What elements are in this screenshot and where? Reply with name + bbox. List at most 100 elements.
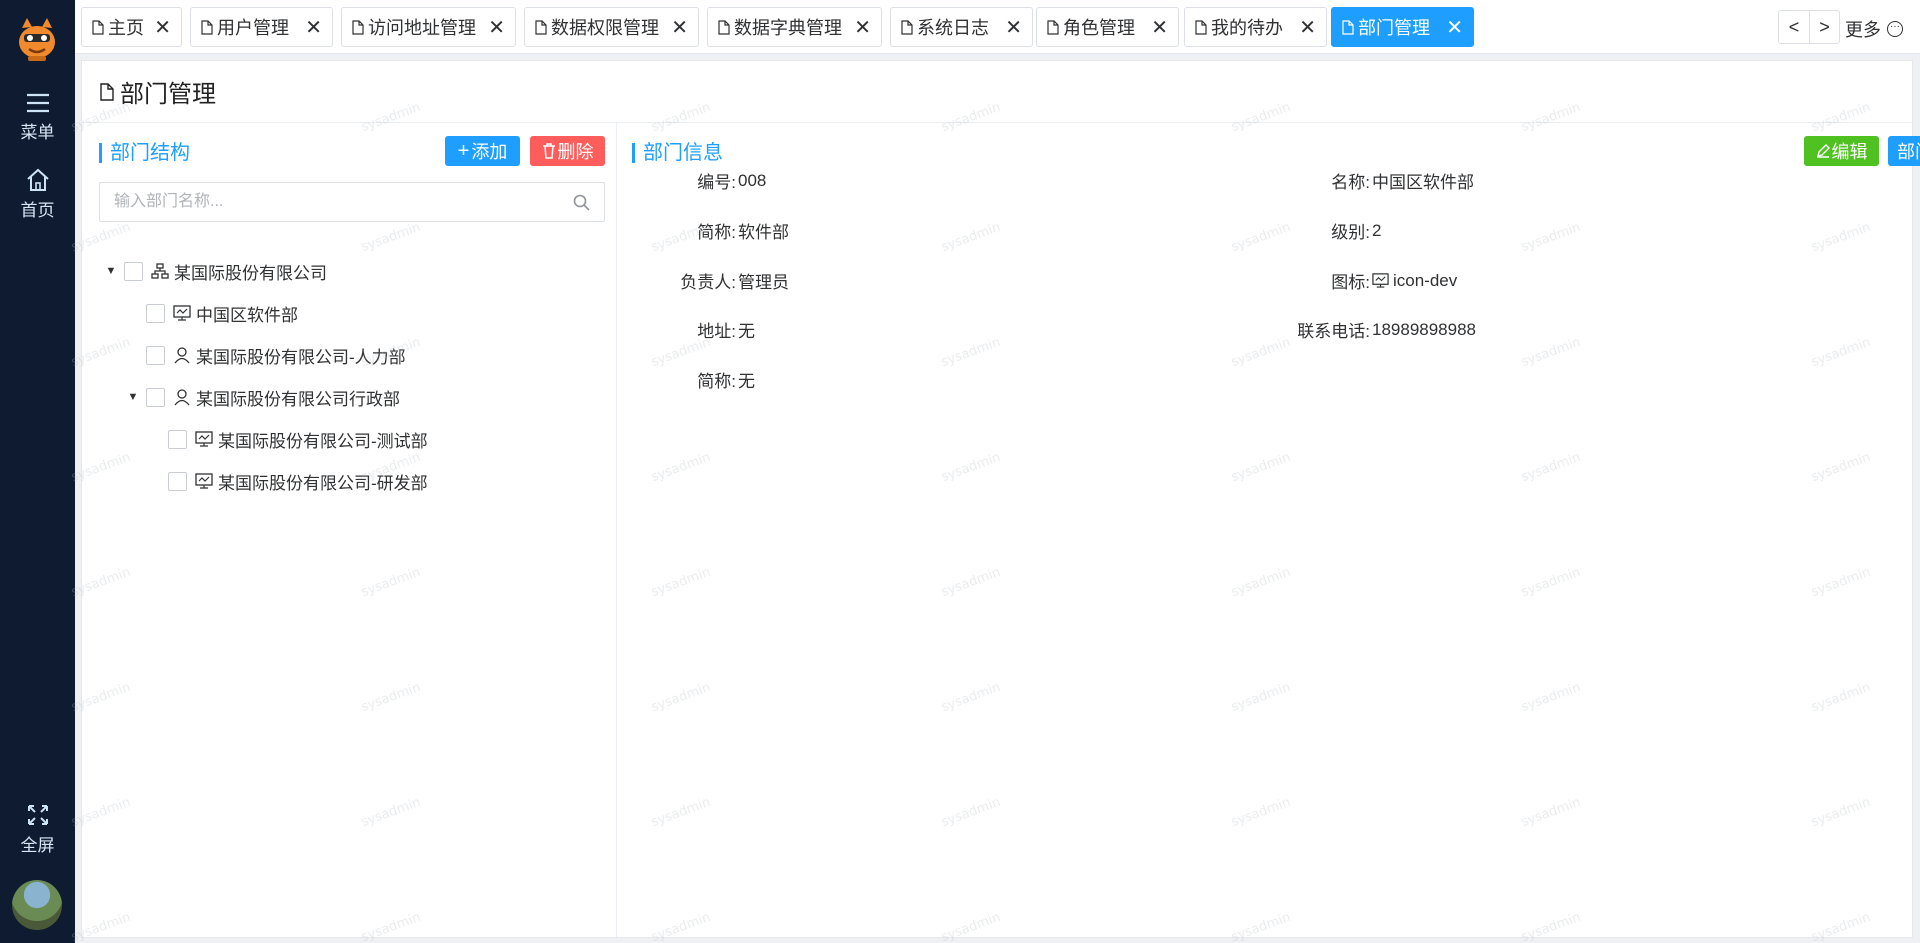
close-icon[interactable]: ✕	[663, 15, 688, 40]
tab-data-permission[interactable]: 数据权限管理 ✕	[524, 7, 699, 47]
document-icon	[901, 19, 913, 35]
close-icon[interactable]: ✕	[297, 15, 322, 40]
tree-checkbox[interactable]	[124, 261, 143, 281]
search-placeholder: 输入部门名称...	[114, 193, 224, 210]
tree-node-label: 某国际股份有限公司-人力部	[196, 347, 406, 367]
close-icon[interactable]: ✕	[146, 15, 171, 40]
page-title: 部门管理	[120, 81, 216, 108]
document-icon	[535, 19, 547, 35]
info-title: 部门信息	[632, 143, 723, 163]
delete-department-button[interactable]: 删除	[530, 136, 605, 166]
delete-label: 删除	[557, 142, 594, 162]
home-button[interactable]: 首页	[0, 168, 75, 221]
field-value: icon-dev	[1393, 270, 1458, 290]
fullscreen-icon	[27, 805, 48, 825]
tree-node[interactable]: ▼ 某国际股份有限公司	[102, 259, 327, 283]
field-code: 编号: 008	[618, 168, 766, 193]
hamburger-icon	[26, 93, 49, 113]
tree-node-label: 某国际股份有限公司	[174, 263, 327, 283]
user-icon	[174, 389, 190, 406]
more-label: 更多	[1845, 20, 1881, 40]
field-label: 负责人:	[680, 273, 736, 292]
document-icon	[718, 19, 730, 35]
pencil-icon	[1816, 144, 1830, 158]
document-icon	[1342, 19, 1354, 35]
menu-toggle-button[interactable]: 菜单	[0, 92, 75, 143]
tab-my-todo[interactable]: 我的待办 ✕	[1184, 7, 1327, 47]
search-icon[interactable]	[573, 194, 590, 211]
tab-label: 用户管理	[217, 18, 289, 38]
field-short-name-2: 简称: 无	[618, 367, 755, 392]
field-value: 中国区软件部	[1372, 173, 1474, 192]
field-label: 简称:	[697, 372, 736, 391]
close-icon[interactable]: ✕	[1143, 15, 1168, 40]
tree-node-label: 某国际股份有限公司-研发部	[218, 473, 428, 493]
document-icon	[1047, 19, 1059, 35]
tab-bar: 主页 ✕ 用户管理 ✕ 访问地址管理 ✕ 数据权限管理 ✕ 数据字典管理 ✕ 系…	[75, 0, 1920, 54]
edit-label: 编辑	[1831, 142, 1868, 162]
user-icon	[174, 347, 190, 364]
home-icon	[26, 168, 49, 191]
tree-node[interactable]: ▼ 中国区软件部	[124, 301, 298, 325]
tree-node[interactable]: ▼ 某国际股份有限公司-人力部	[124, 343, 406, 367]
tree-node[interactable]: ▼ 某国际股份有限公司-研发部	[146, 469, 428, 493]
tree-checkbox[interactable]	[168, 429, 187, 449]
field-label: 地址:	[697, 322, 736, 341]
field-address: 地址: 无	[618, 317, 755, 342]
close-icon[interactable]: ✕	[1291, 15, 1316, 40]
field-label: 级别:	[1331, 223, 1370, 242]
field-label: 图标:	[1331, 273, 1370, 292]
tab-label: 我的待办	[1211, 18, 1283, 38]
tab-user-management[interactable]: 用户管理 ✕	[190, 7, 333, 47]
tab-home[interactable]: 主页 ✕	[81, 7, 182, 47]
field-value: 18989898988	[1372, 319, 1477, 339]
department-members-button[interactable]: 部门人员	[1888, 136, 1920, 166]
page-header: 部门管理	[82, 61, 1912, 123]
fullscreen-button[interactable]: 全屏	[0, 803, 75, 856]
tree-checkbox[interactable]	[146, 345, 165, 365]
tab-access-address[interactable]: 访问地址管理 ✕	[341, 7, 516, 47]
expand-caret-icon[interactable]: ▼	[102, 265, 120, 277]
expand-caret-icon[interactable]: ▼	[124, 391, 142, 403]
tab-next-button[interactable]: >	[1809, 11, 1839, 43]
tab-prev-button[interactable]: <	[1779, 11, 1809, 43]
add-department-button[interactable]: + 添加	[445, 136, 520, 166]
fullscreen-label: 全屏	[20, 836, 55, 855]
tab-label: 数据权限管理	[551, 18, 659, 38]
field-value: 无	[738, 322, 755, 341]
tree-checkbox[interactable]	[168, 471, 187, 491]
menu-label: 菜单	[20, 123, 55, 142]
close-icon[interactable]: ✕	[846, 15, 871, 40]
tab-label: 系统日志	[917, 18, 989, 38]
field-label: 联系电话:	[1297, 322, 1370, 341]
document-icon	[1195, 19, 1207, 35]
avatar[interactable]	[12, 880, 62, 930]
tab-data-dictionary[interactable]: 数据字典管理 ✕	[707, 7, 882, 47]
tab-label: 访问地址管理	[368, 18, 476, 38]
field-leader: 负责人: 管理员	[618, 268, 789, 293]
department-search-input[interactable]: 输入部门名称...	[99, 182, 605, 222]
tree-node[interactable]: ▼ 某国际股份有限公司行政部	[124, 385, 400, 409]
org-icon	[151, 263, 169, 279]
tab-label: 主页	[108, 18, 144, 38]
members-label: 部门人员	[1897, 142, 1920, 162]
document-icon	[92, 19, 104, 35]
edit-button[interactable]: 编辑	[1804, 136, 1879, 166]
monitor-icon	[195, 473, 213, 489]
tab-department-management[interactable]: 部门管理 ✕	[1331, 7, 1474, 47]
tree-node-label: 某国际股份有限公司-测试部	[218, 431, 428, 451]
tree-checkbox[interactable]	[146, 387, 165, 407]
tree-checkbox[interactable]	[146, 303, 165, 323]
department-structure-panel: 部门结构 + 添加 删除 输入部门名称... ▼ 某国际股份有限公司 中国区软件…	[82, 123, 617, 937]
tab-role-management[interactable]: 角色管理 ✕	[1036, 7, 1179, 47]
tab-label: 部门管理	[1358, 18, 1430, 38]
close-icon[interactable]: ✕	[997, 15, 1022, 40]
close-icon[interactable]: ✕	[480, 15, 505, 40]
field-name: 名称: 中国区软件部	[1118, 168, 1474, 193]
close-icon[interactable]: ✕	[1438, 15, 1463, 40]
department-info-panel: 部门信息 编辑 部门人员 编号: 008 简称: 软件部 负责人: 管理员 地址…	[618, 123, 1920, 937]
tab-system-log[interactable]: 系统日志 ✕	[890, 7, 1033, 47]
monitor-icon	[1372, 273, 1389, 288]
tree-node[interactable]: ▼ 某国际股份有限公司-测试部	[146, 427, 428, 451]
more-tabs-button[interactable]: 更多 ···	[1845, 16, 1903, 42]
